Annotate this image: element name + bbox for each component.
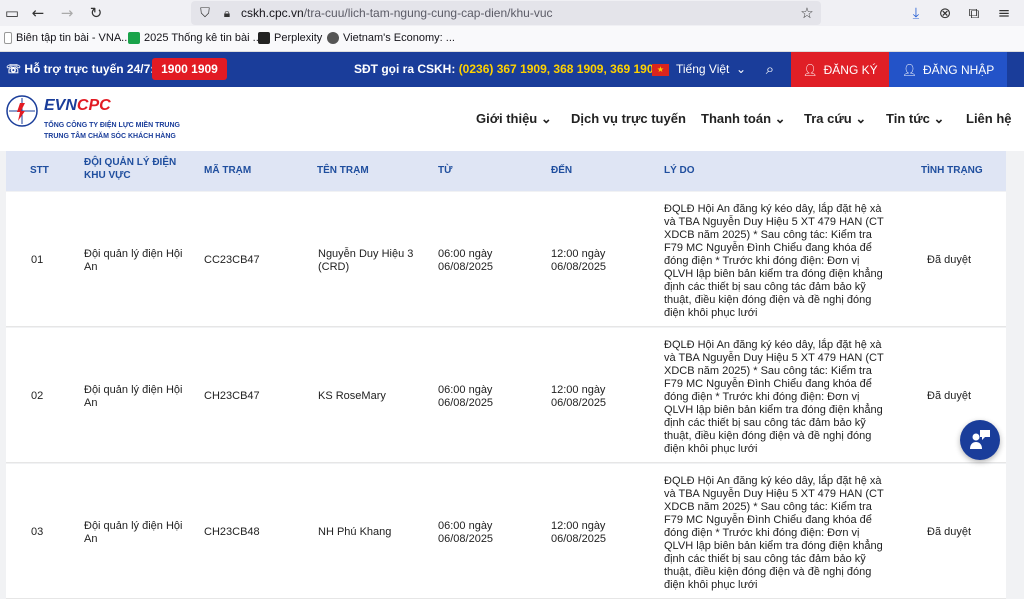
- language-selector[interactable]: Tiếng Việt ⌄: [676, 62, 746, 76]
- chat-icon: [970, 430, 990, 449]
- hamburger-menu-icon[interactable]: ≡: [994, 3, 1014, 23]
- nav-tin-tuc[interactable]: Tin tức ⌄: [886, 111, 944, 127]
- url-text: cskh.cpc.vn/tra-cuu/lich-tam-ngung-cung-…: [241, 6, 553, 20]
- download-icon[interactable]: ⤓: [906, 3, 926, 23]
- tab-overview-icon[interactable]: ▭: [2, 3, 22, 23]
- cell-status: Đã duyệt: [927, 526, 972, 538]
- column-header: STT: [30, 165, 49, 176]
- column-header: TÊN TRẠM: [317, 165, 369, 176]
- bookmark-item[interactable]: Vietnam's Economy: ...: [327, 32, 455, 44]
- user-icon: 👤︎: [802, 62, 818, 77]
- bookmarks-bar: Biên tập tin bài - VNA... 2025 Thống kê …: [0, 26, 1024, 52]
- forward-icon[interactable]: →: [57, 3, 77, 23]
- cell-reason: ĐQLĐ Hội An đăng ký kéo dây, lắp đặt hệ …: [664, 203, 884, 319]
- cell-status: Đã duyệt: [927, 254, 972, 266]
- cell-code: CH23CB47: [204, 390, 260, 402]
- hotline-badge[interactable]: 1900 1909: [152, 58, 227, 80]
- cell-team: Đội quản lý điện Hội An: [84, 384, 183, 409]
- bookmark-item[interactable]: 2025 Thống kê tin bài ...: [128, 32, 262, 44]
- evn-logo-icon[interactable]: [6, 95, 38, 127]
- column-header: TỪ: [438, 165, 453, 176]
- nav-dich-vu[interactable]: Dịch vụ trực tuyến: [571, 111, 686, 126]
- table-header: STT ĐỘI QUẢN LÝ ĐIỆN KHU VỰC MÃ TRẠM TÊN…: [6, 151, 1006, 191]
- cell-from: 06:00 ngày 06/08/2025: [438, 248, 494, 273]
- logo-subtitle: TỔNG CÔNG TY ĐIỆN LỰC MIỀN TRUNG: [44, 122, 180, 129]
- login-button[interactable]: 👤︎ ĐĂNG NHẬP: [889, 52, 1007, 87]
- globe-icon: [327, 32, 339, 44]
- cell-reason: ĐQLĐ Hội An đăng ký kéo dây, lắp đặt hệ …: [664, 339, 884, 455]
- table-row[interactable]: 03 Đội quản lý điện Hội An CH23CB48 NH P…: [6, 464, 1006, 599]
- puzzle-icon[interactable]: ⧉: [964, 3, 984, 23]
- cell-stt: 02: [31, 390, 44, 402]
- search-icon[interactable]: ⌕: [760, 59, 780, 79]
- address-bar[interactable]: ⛉ 🔒︎ cskh.cpc.vn/tra-cuu/lich-tam-ngung-…: [191, 1, 821, 25]
- lock-icon[interactable]: 🔒︎: [217, 3, 237, 23]
- cell-code: CC23CB47: [204, 254, 260, 266]
- outage-table: STT ĐỘI QUẢN LÝ ĐIỆN KHU VỰC MÃ TRẠM TÊN…: [0, 151, 1024, 599]
- cell-from: 06:00 ngày 06/08/2025: [438, 384, 494, 409]
- browser-toolbar: ▭ ← → ↻ ⛉ 🔒︎ cskh.cpc.vn/tra-cuu/lich-ta…: [0, 0, 1024, 26]
- register-button[interactable]: 👤︎ ĐĂNG KÝ: [791, 52, 889, 87]
- cell-team: Đội quản lý điện Hội An: [84, 248, 183, 273]
- column-header: ĐẾN: [551, 165, 573, 176]
- cell-stt: 03: [31, 526, 44, 538]
- cell-reason: ĐQLĐ Hội An đăng ký kéo dây, lắp đặt hệ …: [664, 475, 884, 591]
- table-row[interactable]: 02 Đội quản lý điện Hội An CH23CB47 KS R…: [6, 328, 1006, 463]
- bookmark-item[interactable]: Perplexity: [258, 32, 322, 44]
- support-label: ☏ Hỗ trợ trực tuyến 24/7:: [6, 62, 155, 76]
- table-row[interactable]: 01 Đội quản lý điện Hội An CC23CB47 Nguy…: [6, 192, 1006, 327]
- back-icon[interactable]: ←: [28, 3, 48, 23]
- cell-to: 12:00 ngày 06/08/2025: [551, 520, 607, 545]
- cell-from: 06:00 ngày 06/08/2025: [438, 520, 494, 545]
- column-header: LÝ DO: [664, 165, 695, 176]
- column-header: TÌNH TRẠNG: [921, 165, 983, 176]
- perplexity-icon: [258, 32, 270, 44]
- cell-name: Nguyễn Duy Hiệu 3 (CRD): [318, 248, 414, 273]
- nav-lien-he[interactable]: Liên hệ: [966, 111, 1012, 126]
- cell-name: NH Phú Khang: [318, 526, 392, 538]
- logo-wordmark[interactable]: EVNCPC: [44, 97, 111, 115]
- cell-name: KS RoseMary: [318, 390, 386, 402]
- cell-status: Đã duyệt: [927, 390, 972, 402]
- cell-team: Đội quản lý điện Hội An: [84, 520, 183, 545]
- page-icon: [4, 32, 12, 44]
- cell-to: 12:00 ngày 06/08/2025: [551, 248, 607, 273]
- nav-gioi-thieu[interactable]: Giới thiệu ⌄: [476, 111, 552, 127]
- shield-icon[interactable]: ⛉: [195, 3, 215, 23]
- site-header: EVNCPC TỔNG CÔNG TY ĐIỆN LỰC MIỀN TRUNG …: [0, 87, 1024, 151]
- cell-code: CH23CB48: [204, 526, 260, 538]
- user-icon: 👤︎: [901, 62, 917, 77]
- reload-icon[interactable]: ↻: [86, 3, 106, 23]
- nav-tra-cuu[interactable]: Tra cứu ⌄: [804, 111, 866, 127]
- extension-x-icon[interactable]: ⊗: [935, 3, 955, 23]
- cskh-phones: SĐT gọi ra CSKH: (0236) 367 1909, 368 19…: [354, 62, 661, 76]
- sheet-icon: [128, 32, 140, 44]
- cell-stt: 01: [31, 254, 44, 266]
- vietnam-flag-icon: ★: [652, 64, 669, 76]
- bookmark-star-icon[interactable]: ☆: [797, 3, 817, 23]
- logo-subtitle: TRUNG TÂM CHĂM SÓC KHÁCH HÀNG: [44, 133, 176, 140]
- cell-to: 12:00 ngày 06/08/2025: [551, 384, 607, 409]
- column-header: ĐỘI QUẢN LÝ ĐIỆN KHU VỰC: [84, 157, 177, 181]
- column-header: MÃ TRẠM: [204, 165, 252, 176]
- bookmark-item[interactable]: Biên tập tin bài - VNA...: [4, 32, 130, 44]
- nav-thanh-toan[interactable]: Thanh toán ⌄: [701, 111, 786, 127]
- chat-support-button[interactable]: [960, 420, 1000, 460]
